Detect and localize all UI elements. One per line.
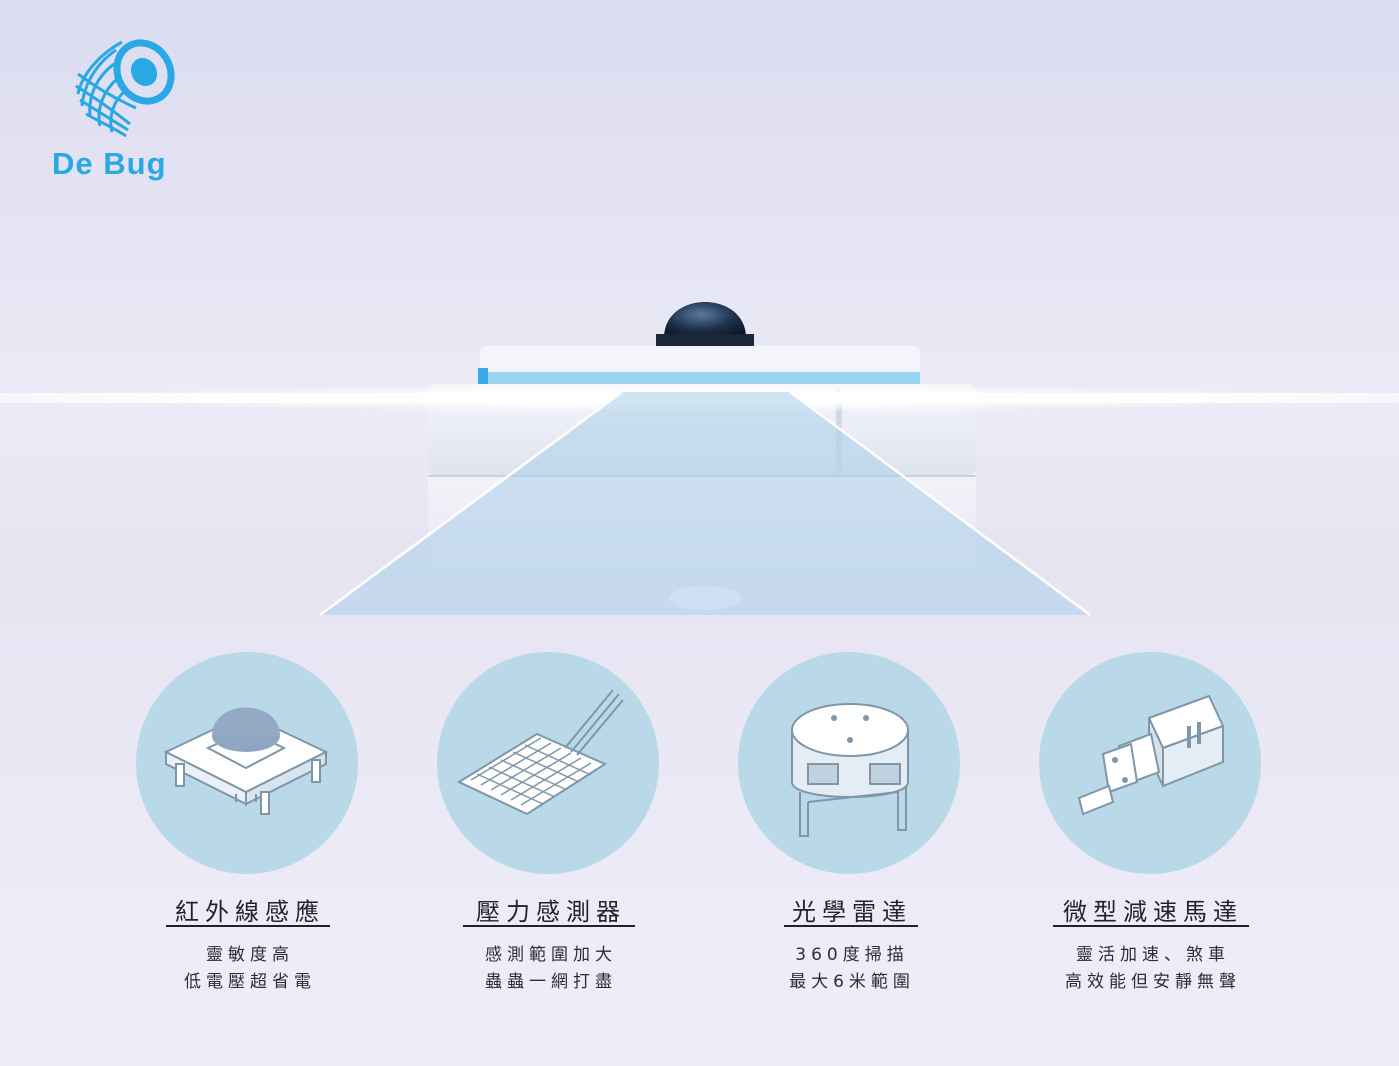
feature-lidar: 光學雷達 360度掃描 最大6米範圍 [702, 652, 1002, 1012]
feature-desc: 靈活加速、煞車 高效能但安靜無聲 [1003, 942, 1303, 996]
pressure-sensor-icon [437, 652, 659, 874]
feature-desc-line: 感測範圍加大 [485, 945, 617, 965]
feature-pressure: 壓力感測器 感測範圍加大 蟲蟲一網打盡 [401, 652, 701, 1012]
feature-desc: 靈敏度高 低電壓超省電 [100, 942, 400, 996]
title-underline [166, 925, 330, 927]
optical-radar-icon [738, 652, 960, 874]
feature-infrared: 紅外線感應 靈敏度高 低電壓超省電 [100, 652, 400, 1012]
feature-desc: 360度掃描 最大6米範圍 [702, 942, 1002, 996]
feature-desc-line: 低電壓超省電 [184, 972, 316, 992]
title-underline [1053, 925, 1249, 927]
feature-desc-line: 高效能但安靜無聲 [1065, 972, 1241, 992]
title-underline [463, 925, 635, 927]
feature-title: 光學雷達 [792, 898, 912, 926]
feature-desc-line: 360度掃描 [795, 945, 909, 965]
feature-desc-line: 蟲蟲一網打盡 [485, 972, 617, 992]
infrared-sensor-icon [136, 652, 358, 874]
sensor-beam [319, 390, 1091, 617]
feature-desc-line: 靈活加速、煞車 [1076, 945, 1230, 965]
micro-gear-motor-icon [1039, 652, 1261, 874]
feature-title: 壓力感測器 [476, 898, 626, 926]
feature-title: 微型減速馬達 [1063, 898, 1243, 926]
feature-desc-line: 靈敏度高 [206, 945, 294, 965]
feature-desc: 感測範圍加大 蟲蟲一網打盡 [401, 942, 701, 996]
feature-title: 紅外線感應 [175, 898, 325, 926]
feature-desc-line: 最大6米範圍 [789, 972, 915, 992]
title-underline [784, 925, 918, 927]
feature-motor: 微型減速馬達 靈活加速、煞車 高效能但安靜無聲 [1003, 652, 1303, 1012]
